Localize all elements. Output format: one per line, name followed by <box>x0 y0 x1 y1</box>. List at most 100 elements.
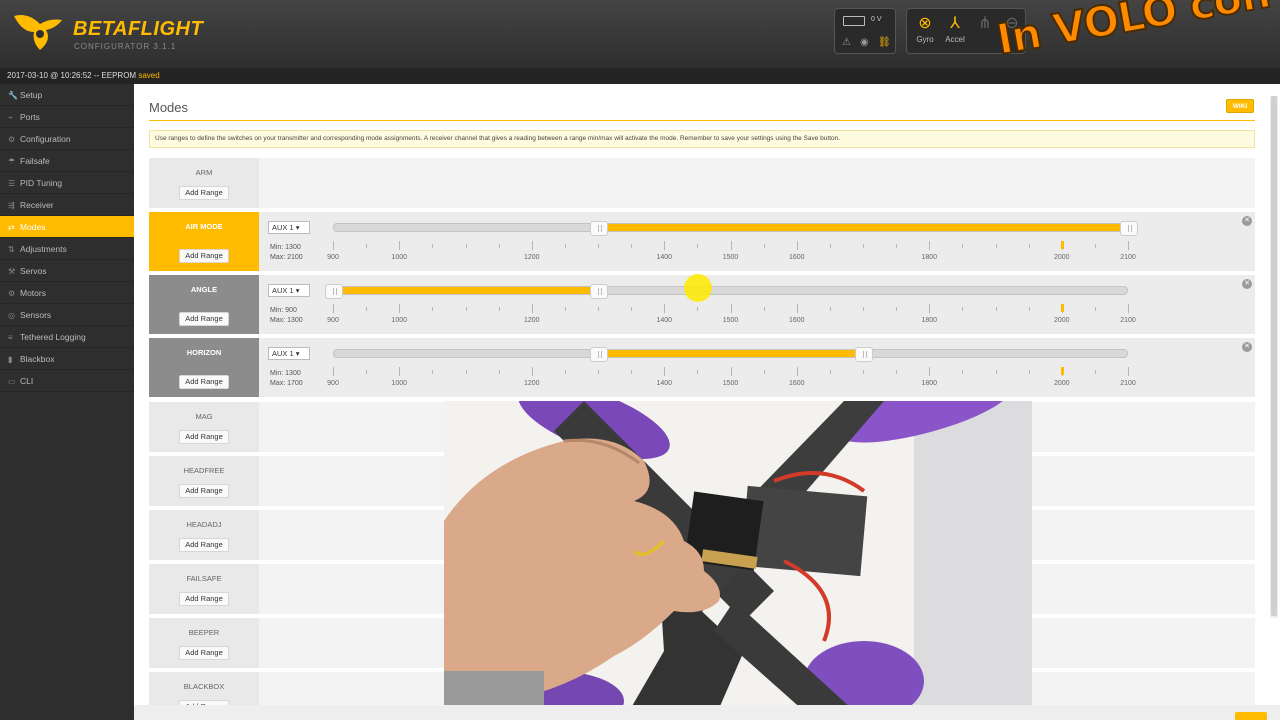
range-tick-label: 1000 <box>391 380 408 387</box>
sidebar-item-ports[interactable]: ⌁ Ports <box>0 106 134 128</box>
range-tick <box>631 370 633 374</box>
range-tick <box>333 241 334 250</box>
range-ticks <box>333 367 1129 377</box>
scrollbar[interactable] <box>1270 96 1278 618</box>
chevron-down-icon: ▾ <box>293 286 300 295</box>
range-tick-label: 1500 <box>722 254 739 261</box>
sidebar-item-cli[interactable]: ▭ CLI <box>0 370 134 392</box>
sidebar-item-adjustments[interactable]: ⇅ Adjustments <box>0 238 134 260</box>
range-slider-track[interactable] <box>333 347 1128 362</box>
link-icon: ⛓ <box>878 37 891 48</box>
remove-range-icon[interactable]: ✕ <box>1242 279 1252 289</box>
range-slider-track[interactable] <box>325 284 1128 299</box>
sidebar-item-label: Tethered Logging <box>20 332 86 342</box>
range-tick <box>432 244 434 248</box>
range-tick-label: 1200 <box>523 380 540 387</box>
range-tick <box>366 244 368 248</box>
range-min-handle[interactable] <box>590 221 608 236</box>
add-range-button[interactable]: Add Range <box>179 186 229 200</box>
add-range-button[interactable]: Add Range <box>179 484 229 498</box>
sidebar-item-configuration[interactable]: ⚙ Configuration <box>0 128 134 150</box>
wrench-icon: 🔧 <box>8 91 18 100</box>
range-tick <box>498 244 500 248</box>
range-area: AUX 1 ▾ Min: 900 Max: 1300 ✕ 900 1000 1200 1400… <box>259 275 1255 334</box>
range-tick-label: 2100 <box>1120 254 1136 261</box>
mode-name: HORIZON <box>186 348 222 357</box>
save-button[interactable] <box>1235 712 1267 720</box>
range-tick-label: 1800 <box>921 317 938 324</box>
sidebar-item-modes[interactable]: ⇄ Modes <box>0 216 134 238</box>
aux-channel-select[interactable]: AUX 1 ▾ <box>268 284 310 297</box>
range-max-handle[interactable] <box>1120 221 1138 236</box>
sidebar-item-motors[interactable]: ⚙ Motors <box>0 282 134 304</box>
bottom-bar <box>134 705 1280 720</box>
add-range-button[interactable]: Add Range <box>179 592 229 606</box>
range-tick <box>962 307 964 311</box>
sidebar-item-pid-tuning[interactable]: ☰ PID Tuning <box>0 172 134 194</box>
range-tick <box>697 370 699 374</box>
range-max-handle[interactable] <box>590 284 608 299</box>
remove-range-icon[interactable]: ✕ <box>1242 342 1252 352</box>
title-divider <box>149 120 1255 121</box>
sidebar-item-setup[interactable]: 🔧 Setup <box>0 84 134 106</box>
range-tick-label: 2000 <box>1053 254 1070 261</box>
range-min-handle[interactable] <box>590 347 608 362</box>
remove-range-icon[interactable]: ✕ <box>1242 216 1252 226</box>
range-tick-label: 2000 <box>1053 380 1070 387</box>
add-range-button[interactable]: Add Range <box>179 375 229 389</box>
sidebar-item-label: Modes <box>20 222 46 232</box>
sidebar-item-servos[interactable]: ⚒ Servos <box>0 260 134 282</box>
range-max: Max: 2100 <box>270 254 303 261</box>
add-range-button[interactable]: Add Range <box>179 430 229 444</box>
range-tick <box>896 244 898 248</box>
sidebar-nav: 🔧 Setup ⌁ Ports ⚙ Configuration ☂ Failsafe ☰ PID … <box>0 84 134 720</box>
range-tick <box>995 370 997 374</box>
range-tick <box>399 241 401 250</box>
mode-label-panel: HORIZON Add Range <box>149 338 259 397</box>
range-min: Min: 1300 <box>270 370 301 377</box>
sidebar-item-receiver[interactable]: ⇶ Receiver <box>0 194 134 216</box>
range-max-handle[interactable] <box>855 347 873 362</box>
range-tick <box>962 244 964 248</box>
range-tick <box>730 241 732 250</box>
aux-channel-select[interactable]: AUX 1 ▾ <box>268 347 310 360</box>
range-tick <box>763 370 765 374</box>
mode-label-panel: FAILSAFE Add Range <box>149 564 259 614</box>
sidebar-item-tethered-logging[interactable]: ≡ Tethered Logging <box>0 326 134 348</box>
range-tick <box>399 367 401 376</box>
range-tick <box>863 307 864 311</box>
add-range-button[interactable]: Add Range <box>179 646 229 660</box>
betaflight-logo: BETAFLIGHT CONFIGURATOR 3.1.1 <box>10 10 203 58</box>
scrollbar-thumb[interactable] <box>1271 96 1277 616</box>
sidebar-item-blackbox[interactable]: ▮ Blackbox <box>0 348 134 370</box>
add-range-button[interactable]: Add Range <box>179 538 229 552</box>
brand-subtitle: CONFIGURATOR 3.1.1 <box>74 42 177 51</box>
range-tick <box>598 307 599 311</box>
wiki-button[interactable]: WIKI <box>1226 99 1254 113</box>
warning-icon: ⚠ <box>842 37 851 48</box>
range-slider-track[interactable] <box>333 221 1138 236</box>
sidebar-item-label: Sensors <box>20 310 52 320</box>
mode-row-horizon: HORIZON Add Range AUX 1 ▾ Min: 1300 Max: 170… <box>149 338 1255 397</box>
aux-channel-select[interactable]: AUX 1 ▾ <box>268 221 310 234</box>
add-range-button[interactable]: Add Range <box>179 249 229 263</box>
sidebar-item-failsafe[interactable]: ☂ Failsafe <box>0 150 134 172</box>
mode-name: HEADADJ <box>186 520 222 529</box>
range-tick <box>929 367 931 376</box>
add-range-button[interactable]: Add Range <box>179 312 229 326</box>
range-tick <box>631 307 633 311</box>
range-tick <box>366 370 368 374</box>
range-tick <box>1094 307 1096 311</box>
range-max: Max: 1700 <box>270 380 303 387</box>
range-min-handle[interactable] <box>325 284 343 299</box>
battery-icon <box>843 16 865 26</box>
range-tick <box>564 307 566 311</box>
sidebar-item-sensors[interactable]: ◎ Sensors <box>0 304 134 326</box>
range-tick <box>432 307 434 311</box>
mode-name: ANGLE <box>190 285 218 294</box>
sidebar-item-label: Blackbox <box>20 354 55 364</box>
range-ticks <box>333 304 1129 314</box>
range-tick <box>697 307 699 311</box>
range-slider-fill <box>334 287 599 294</box>
mode-label-panel: ANGLE Add Range <box>149 275 259 334</box>
